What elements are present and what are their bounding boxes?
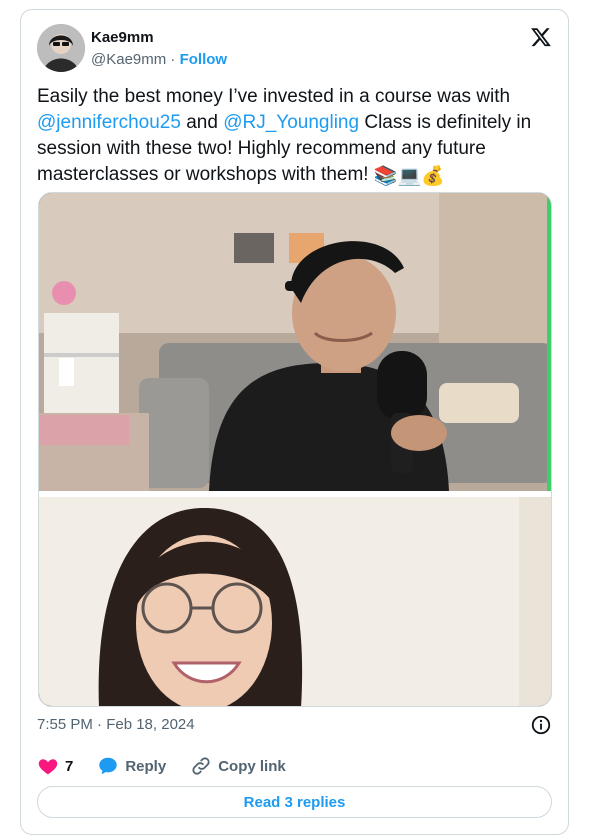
avatar-image [37, 24, 85, 72]
reply-bubble-icon [99, 757, 118, 775]
x-logo-icon[interactable] [530, 26, 552, 48]
mention-rj-youngling[interactable]: @RJ_Youngling [223, 112, 359, 133]
reply-button[interactable]: Reply [97, 755, 166, 777]
copy-link-label: Copy link [218, 757, 286, 775]
heart-icon [38, 759, 58, 775]
avatar[interactable] [37, 24, 85, 72]
link-icon [192, 757, 210, 775]
books-emoji: 📚 [373, 166, 398, 187]
tweet-text: Easily the best money I’ve invested in a… [37, 84, 552, 190]
separator-dot: · [170, 51, 176, 68]
money-bag-emoji: 💰 [421, 166, 445, 187]
author-handle-row: @Kae9mm · Follow [91, 51, 227, 68]
laptop-emoji: 💻 [397, 166, 422, 187]
info-icon[interactable] [530, 714, 552, 736]
mention-jenniferchou25[interactable]: @jenniferchou25 [37, 112, 181, 133]
tweet-text-and: and [180, 112, 224, 133]
author-display-name[interactable]: Kae9mm [91, 29, 154, 46]
author-handle[interactable]: @Kae9mm [91, 51, 166, 68]
read-replies-button[interactable]: Read 3 replies [37, 786, 552, 818]
copy-link-button[interactable]: Copy link [190, 755, 286, 777]
like-count: 7 [65, 757, 74, 775]
tweet-text-line1: Easily the best money I’ve invested in a… [37, 86, 511, 107]
tweet-actions: 7 Reply Copy link [37, 754, 310, 778]
video-call-screenshot [39, 193, 551, 706]
tweet-card: Kae9mm @Kae9mm · Follow Easily the best … [20, 9, 569, 835]
reply-label: Reply [125, 757, 167, 775]
follow-button[interactable]: Follow [180, 51, 228, 68]
tweet-media-image[interactable] [38, 192, 552, 707]
like-button[interactable]: 7 [37, 755, 73, 777]
tweet-timestamp[interactable]: 7:55 PM · Feb 18, 2024 [37, 716, 195, 733]
